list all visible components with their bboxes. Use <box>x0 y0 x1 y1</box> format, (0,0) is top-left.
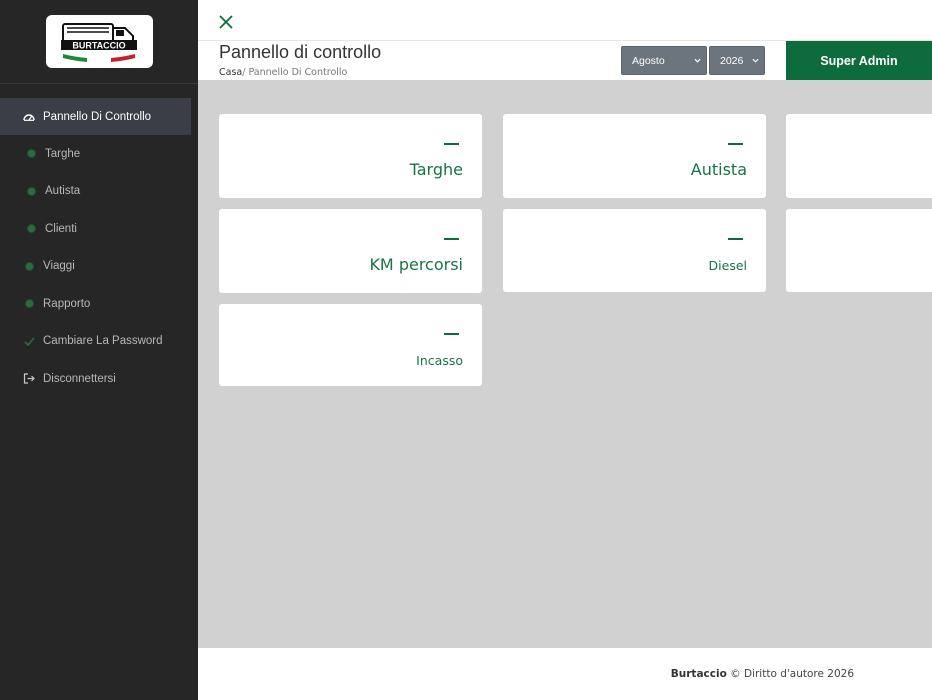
check-icon <box>22 334 36 348</box>
sidebar-item-label: Autista <box>45 185 81 198</box>
logout-icon <box>22 372 36 386</box>
dot-icon <box>24 222 38 236</box>
sidebar-item-targhe[interactable]: Targhe <box>0 135 198 173</box>
stat-label: Incasso <box>416 353 463 368</box>
stat-card-partial[interactable] <box>786 209 932 292</box>
sidebar-item-label: Clienti <box>45 222 77 235</box>
sidebar-item-logout[interactable]: Disconnettersi <box>0 360 198 398</box>
stat-card-targhe[interactable]: Targhe <box>219 114 482 198</box>
stat-label: Targhe <box>409 160 463 179</box>
stat-card-partial[interactable] <box>786 114 932 198</box>
sidebar-item-label: Cambiare La Password <box>43 335 163 348</box>
page-title: Pannello di controllo <box>219 42 382 62</box>
logo-area: BURTACCIO <box>0 0 198 84</box>
sidebar-item-label: Rapporto <box>43 297 91 310</box>
top-bar <box>198 0 932 41</box>
stat-label: Diesel <box>708 258 747 273</box>
month-select[interactable]: Agosto <box>621 46 707 75</box>
sidebar-item-clienti[interactable]: Clienti <box>0 210 198 248</box>
sidebar-item-label: Viaggi <box>43 260 75 273</box>
dot-icon <box>22 297 36 311</box>
breadcrumb: Casa/ Pannello Di Controllo <box>219 67 347 78</box>
truck-logo-icon: BURTACCIO <box>61 22 137 62</box>
dot-icon <box>22 259 36 273</box>
sidebar-item-dashboard[interactable]: Pannello Di Controllo <box>0 98 191 135</box>
close-icon[interactable] <box>218 14 234 30</box>
stat-value-dash <box>444 333 459 335</box>
sidebar-item-label: Pannello Di Controllo <box>43 110 152 123</box>
breadcrumb-home[interactable]: Casa <box>219 67 242 78</box>
svg-text:BURTACCIO: BURTACCIO <box>72 40 125 50</box>
dot-icon <box>24 184 38 198</box>
stat-card-diesel[interactable]: Diesel <box>503 209 766 292</box>
month-select-value: Agosto <box>632 54 665 67</box>
stat-card-km[interactable]: KM percorsi <box>219 209 482 293</box>
footer-copyright: © Diritto d'autore 2026 <box>730 668 854 680</box>
sidebar-item-change-password[interactable]: Cambiare La Password <box>0 323 198 361</box>
sidebar: BURTACCIO Pannello Di Controllo Targhe A… <box>0 0 198 700</box>
sidebar-item-autista[interactable]: Autista <box>0 173 198 211</box>
sidebar-item-viaggi[interactable]: Viaggi <box>0 248 198 286</box>
brand-logo[interactable]: BURTACCIO <box>45 15 153 68</box>
stat-value-dash <box>444 143 459 145</box>
chevron-down-icon <box>694 58 701 63</box>
stat-card-autista[interactable]: Autista <box>503 114 766 198</box>
sidebar-nav: Pannello Di Controllo Targhe Autista Cli… <box>0 98 198 398</box>
stat-card-incasso[interactable]: Incasso <box>219 304 482 386</box>
sidebar-item-label: Targhe <box>45 147 81 160</box>
stat-label: Autista <box>690 160 747 179</box>
year-select[interactable]: 2026 <box>709 46 765 75</box>
stat-value-dash <box>728 238 743 240</box>
year-select-value: 2026 <box>720 54 744 67</box>
stat-label: KM percorsi <box>369 255 463 274</box>
breadcrumb-current: / Pannello Di Controllo <box>242 67 348 78</box>
sidebar-item-rapporto[interactable]: Rapporto <box>0 285 198 323</box>
copyright-text: Burtaccio © Diritto d'autore 2026 <box>671 668 854 680</box>
footer: Burtaccio © Diritto d'autore 2026 <box>198 648 932 700</box>
stat-value-dash <box>728 143 743 145</box>
super-admin-button[interactable]: Super Admin <box>786 41 932 80</box>
dot-icon <box>24 147 38 161</box>
stat-value-dash <box>444 238 459 240</box>
footer-brand: Burtaccio <box>670 668 727 680</box>
dashboard-icon <box>22 110 36 124</box>
chevron-down-icon <box>752 58 759 63</box>
page-header: Pannello di controllo Casa/ Pannello Di … <box>198 41 932 80</box>
sidebar-item-label: Disconnettersi <box>43 372 116 385</box>
